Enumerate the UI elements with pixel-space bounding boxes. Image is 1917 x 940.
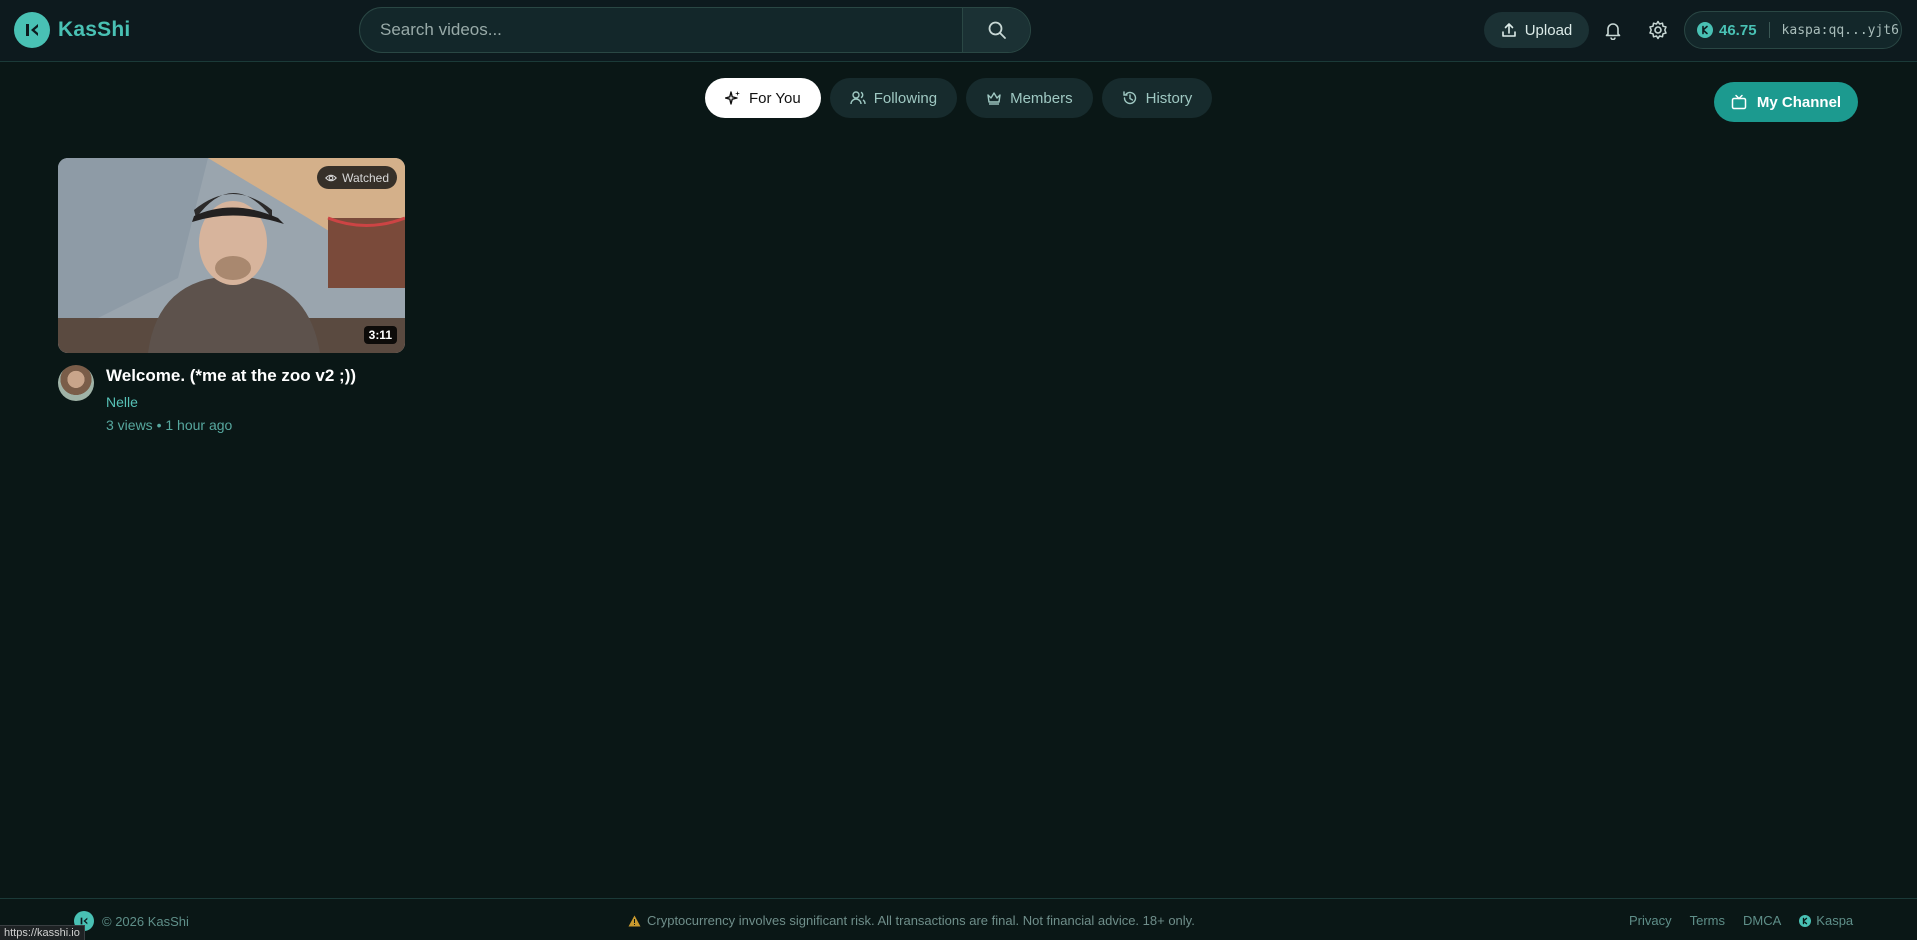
- users-icon: [850, 91, 866, 105]
- tab-following[interactable]: Following: [829, 78, 958, 118]
- channel-avatar[interactable]: [58, 365, 94, 401]
- search-icon: [988, 21, 1006, 39]
- kaspa-coin-icon: [1799, 914, 1812, 927]
- watched-label: Watched: [342, 170, 389, 185]
- tab-for-you[interactable]: For You: [705, 78, 821, 118]
- wallet-divider: [1768, 22, 1770, 38]
- kaspa-link-label: Kaspa: [1816, 913, 1854, 928]
- kasshi-logo-icon: [14, 12, 50, 48]
- tab-members[interactable]: Members: [966, 78, 1093, 118]
- wallet-address: kaspa:qq...yjt6: [1781, 22, 1899, 38]
- terms-link[interactable]: Terms: [1690, 913, 1725, 928]
- video-title[interactable]: Welcome. (*me at the zoo v2 ;)): [106, 366, 356, 386]
- logo[interactable]: KasShi: [14, 12, 130, 48]
- tab-history[interactable]: History: [1101, 78, 1213, 118]
- crown-icon: [987, 92, 1001, 105]
- tab-label: Following: [873, 89, 938, 107]
- notifications-button[interactable]: [1599, 16, 1627, 44]
- search-input[interactable]: [360, 8, 962, 52]
- tv-icon: [1731, 94, 1747, 110]
- upload-icon: [1501, 23, 1516, 37]
- page-footer: © 2026 KasShi Cryptocurrency involves si…: [0, 898, 1917, 940]
- settings-button[interactable]: [1644, 16, 1672, 44]
- warning-icon: [628, 915, 641, 926]
- video-meta: Welcome. (*me at the zoo v2 ;)) Nelle 3 …: [58, 365, 405, 433]
- wallet-balance: 46.75: [1719, 21, 1757, 39]
- my-channel-label: My Channel: [1756, 93, 1842, 111]
- bell-icon: [1605, 23, 1621, 40]
- my-channel-button[interactable]: My Channel: [1714, 82, 1858, 122]
- gear-icon: [1649, 20, 1667, 40]
- disclaimer-text: Cryptocurrency involves significant risk…: [647, 913, 1195, 928]
- tab-label: For You: [749, 89, 801, 107]
- channel-name[interactable]: Nelle: [106, 394, 356, 410]
- kaspa-coin-icon: [1697, 22, 1713, 38]
- copyright-text: © 2026 KasShi: [102, 913, 189, 929]
- history-icon: [1122, 91, 1136, 105]
- tab-label: Members: [1010, 89, 1073, 107]
- dmca-link[interactable]: DMCA: [1743, 913, 1781, 928]
- risk-disclaimer: Cryptocurrency involves significant risk…: [628, 913, 1195, 928]
- status-bar-url: https://kasshi.io: [0, 925, 85, 940]
- footer-brand: © 2026 KasShi: [74, 911, 189, 931]
- search-bar: [359, 7, 1031, 53]
- top-header: KasShi Upload: [0, 0, 1917, 62]
- wallet-button[interactable]: 46.75 kaspa:qq...yjt6: [1684, 11, 1902, 49]
- kaspa-link[interactable]: Kaspa: [1799, 913, 1853, 928]
- upload-button[interactable]: Upload: [1484, 12, 1589, 48]
- video-card[interactable]: Watched 3:11 Welcome. (*me at the zoo v2…: [58, 158, 405, 433]
- footer-links: Privacy Terms DMCA Kaspa: [1629, 913, 1853, 928]
- upload-label: Upload: [1524, 21, 1573, 39]
- video-stats: 3 views • 1 hour ago: [106, 417, 233, 433]
- logo-text: KasShi: [58, 18, 131, 41]
- tab-label: History: [1145, 89, 1193, 107]
- feed-tabs: For You Following Members History: [705, 78, 1213, 118]
- sparkles-icon: [725, 91, 740, 105]
- video-duration: 3:11: [363, 326, 397, 344]
- video-thumbnail[interactable]: Watched 3:11: [58, 158, 405, 353]
- privacy-link[interactable]: Privacy: [1629, 913, 1672, 928]
- video-info: Welcome. (*me at the zoo v2 ;)) Nelle 3 …: [106, 365, 356, 433]
- watched-badge: Watched: [317, 166, 397, 189]
- eye-icon: [325, 174, 338, 181]
- search-button[interactable]: [962, 8, 1030, 52]
